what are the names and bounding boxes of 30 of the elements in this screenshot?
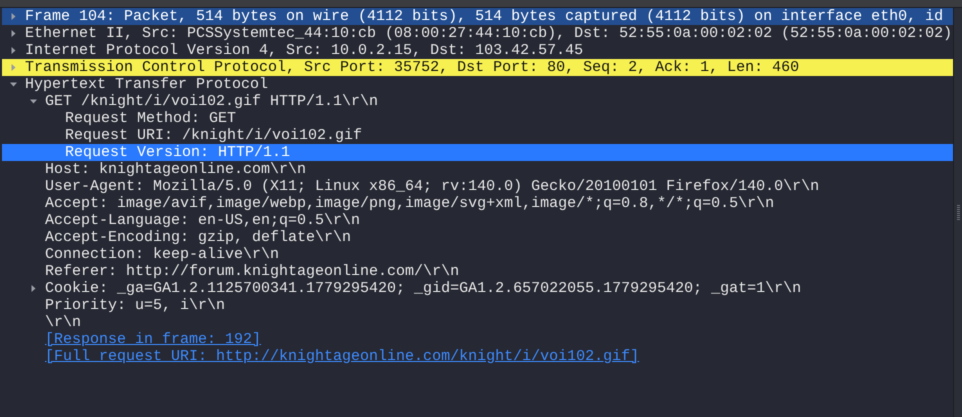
tree-row[interactable]: Priority: u=5, i\r\n: [2, 297, 953, 314]
expand-arrow-icon[interactable]: [10, 81, 17, 88]
tree-row[interactable]: Request URI: /knight/i/voi102.gif: [2, 127, 953, 144]
expand-arrow-icon[interactable]: [30, 98, 37, 105]
tree-row[interactable]: Accept-Encoding: gzip, deflate\r\n: [2, 229, 953, 246]
tree-row[interactable]: Internet Protocol Version 4, Src: 10.0.2.15, Dst: 103.42.57.45: [2, 42, 953, 59]
expand-arrow-icon[interactable]: [10, 47, 17, 54]
expand-arrow-icon[interactable]: [30, 285, 37, 292]
tree-row[interactable]: User-Agent: Mozilla/5.0 (X11; Linux x86_64; rv:140.0) Gecko/20100101 Firefox/140.0\r\n: [2, 178, 953, 195]
expand-arrow-icon[interactable]: [10, 13, 17, 20]
tree-row[interactable]: Host: knightageonline.com\r\n: [2, 161, 953, 178]
expand-arrow-icon[interactable]: [10, 30, 17, 37]
scrollbar-grip-icon[interactable]: [956, 204, 960, 220]
tree-row[interactable]: Connection: keep-alive\r\n: [2, 246, 953, 263]
frame-link[interactable]: [Response in frame: 192]: [45, 331, 262, 348]
tree-row[interactable]: Accept: image/avif,image/webp,image/png,image/svg+xml,image/*;q=0.8,*/*;q=0.5\r\n: [2, 195, 953, 212]
tree-row[interactable]: [Response in frame: 192]: [2, 331, 953, 348]
tree-row[interactable]: Request Version: HTTP/1.1: [2, 144, 953, 161]
frame-link[interactable]: [Full request URI: http://knightageonline.com/knight/i/voi102.gif]: [45, 348, 640, 365]
tree-row[interactable]: GET /knight/i/voi102.gif HTTP/1.1\r\n: [2, 93, 953, 110]
tree-row[interactable]: Request Method: GET: [2, 110, 953, 127]
tree-row[interactable]: Accept-Language: en-US,en;q=0.5\r\n: [2, 212, 953, 229]
tree-row[interactable]: Frame 104: Packet, 514 bytes on wire (4112 bits), 514 bytes captured (4112 bits) on interface eth0, id: [2, 8, 953, 25]
tree-row[interactable]: Transmission Control Protocol, Src Port: 35752, Dst Port: 80, Seq: 2, Ack: 1, Len: 460: [2, 59, 953, 76]
tree-row[interactable]: \r\n: [2, 314, 953, 331]
tree-row[interactable]: Ethernet II, Src: PCSSystemtec_44:10:cb (08:00:27:44:10:cb), Dst: 52:55:0a:00:02:02 (52:55:0a:00:02:02): [2, 25, 953, 42]
tree-row[interactable]: Cookie: _ga=GA1.2.1125700341.1779295420; _gid=GA1.2.657022055.1779295420; _gat=1\r\n: [2, 280, 953, 297]
tree-row[interactable]: [Full request URI: http://knightageonline.com/knight/i/voi102.gif]: [2, 348, 953, 365]
tree-row[interactable]: Hypertext Transfer Protocol: [2, 76, 953, 93]
tree-row[interactable]: Referer: http://forum.knightageonline.com/\r\n: [2, 263, 953, 280]
